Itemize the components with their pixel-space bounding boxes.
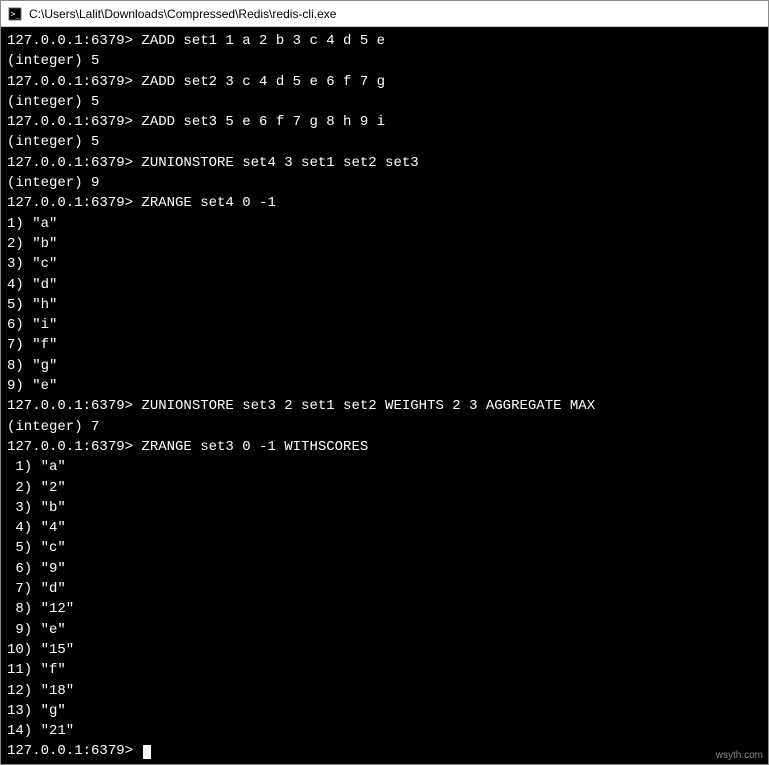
terminal-output-line: 6) "9"	[7, 559, 762, 579]
terminal-output-line: 9) "e"	[7, 376, 762, 396]
terminal-output-line: (integer) 5	[7, 51, 762, 71]
terminal-output-line: 5) "c"	[7, 538, 762, 558]
terminal-command-line: 127.0.0.1:6379> ZUNIONSTORE set4 3 set1 …	[7, 153, 762, 173]
terminal-output-line: 4) "4"	[7, 518, 762, 538]
terminal-command-line: 127.0.0.1:6379> ZADD set1 1 a 2 b 3 c 4 …	[7, 31, 762, 51]
terminal-output-line: 11) "f"	[7, 660, 762, 680]
terminal-output-line: 7) "f"	[7, 335, 762, 355]
terminal-output-line: 14) "21"	[7, 721, 762, 741]
terminal-command-line: 127.0.0.1:6379> ZRANGE set4 0 -1	[7, 193, 762, 213]
terminal-output-line: 10) "15"	[7, 640, 762, 660]
terminal-output-line: 1) "a"	[7, 457, 762, 477]
app-icon: >_	[7, 6, 23, 22]
terminal-output-line: 9) "e"	[7, 620, 762, 640]
terminal-output-line: 12) "18"	[7, 681, 762, 701]
terminal-output-line: 5) "h"	[7, 295, 762, 315]
terminal-output-line: (integer) 9	[7, 173, 762, 193]
terminal-output-line: 1) "a"	[7, 214, 762, 234]
terminal-command-line: 127.0.0.1:6379>	[7, 741, 762, 761]
terminal-command-line: 127.0.0.1:6379> ZADD set3 5 e 6 f 7 g 8 …	[7, 112, 762, 132]
svg-text:>_: >_	[11, 9, 21, 18]
terminal-command-line: 127.0.0.1:6379> ZUNIONSTORE set3 2 set1 …	[7, 396, 762, 416]
watermark: wsyth.com	[716, 750, 763, 761]
terminal-output-line: 6) "i"	[7, 315, 762, 335]
titlebar[interactable]: >_ C:\Users\Lalit\Downloads\Compressed\R…	[1, 1, 768, 27]
window-title: C:\Users\Lalit\Downloads\Compressed\Redi…	[29, 7, 336, 21]
terminal-command-line: 127.0.0.1:6379> ZRANGE set3 0 -1 WITHSCO…	[7, 437, 762, 457]
terminal-window: >_ C:\Users\Lalit\Downloads\Compressed\R…	[0, 0, 769, 765]
terminal-output-line: (integer) 7	[7, 417, 762, 437]
terminal-body[interactable]: 127.0.0.1:6379> ZADD set1 1 a 2 b 3 c 4 …	[1, 27, 768, 764]
terminal-output-line: 2) "2"	[7, 478, 762, 498]
terminal-output-line: 8) "12"	[7, 599, 762, 619]
terminal-output-line: (integer) 5	[7, 132, 762, 152]
cursor	[143, 745, 151, 759]
terminal-output-line: (integer) 5	[7, 92, 762, 112]
terminal-output-line: 3) "c"	[7, 254, 762, 274]
terminal-output-line: 3) "b"	[7, 498, 762, 518]
terminal-output-line: 2) "b"	[7, 234, 762, 254]
terminal-output-line: 8) "g"	[7, 356, 762, 376]
terminal-output-line: 7) "d"	[7, 579, 762, 599]
terminal-output-line: 4) "d"	[7, 275, 762, 295]
terminal-command-line: 127.0.0.1:6379> ZADD set2 3 c 4 d 5 e 6 …	[7, 72, 762, 92]
terminal-output-line: 13) "g"	[7, 701, 762, 721]
